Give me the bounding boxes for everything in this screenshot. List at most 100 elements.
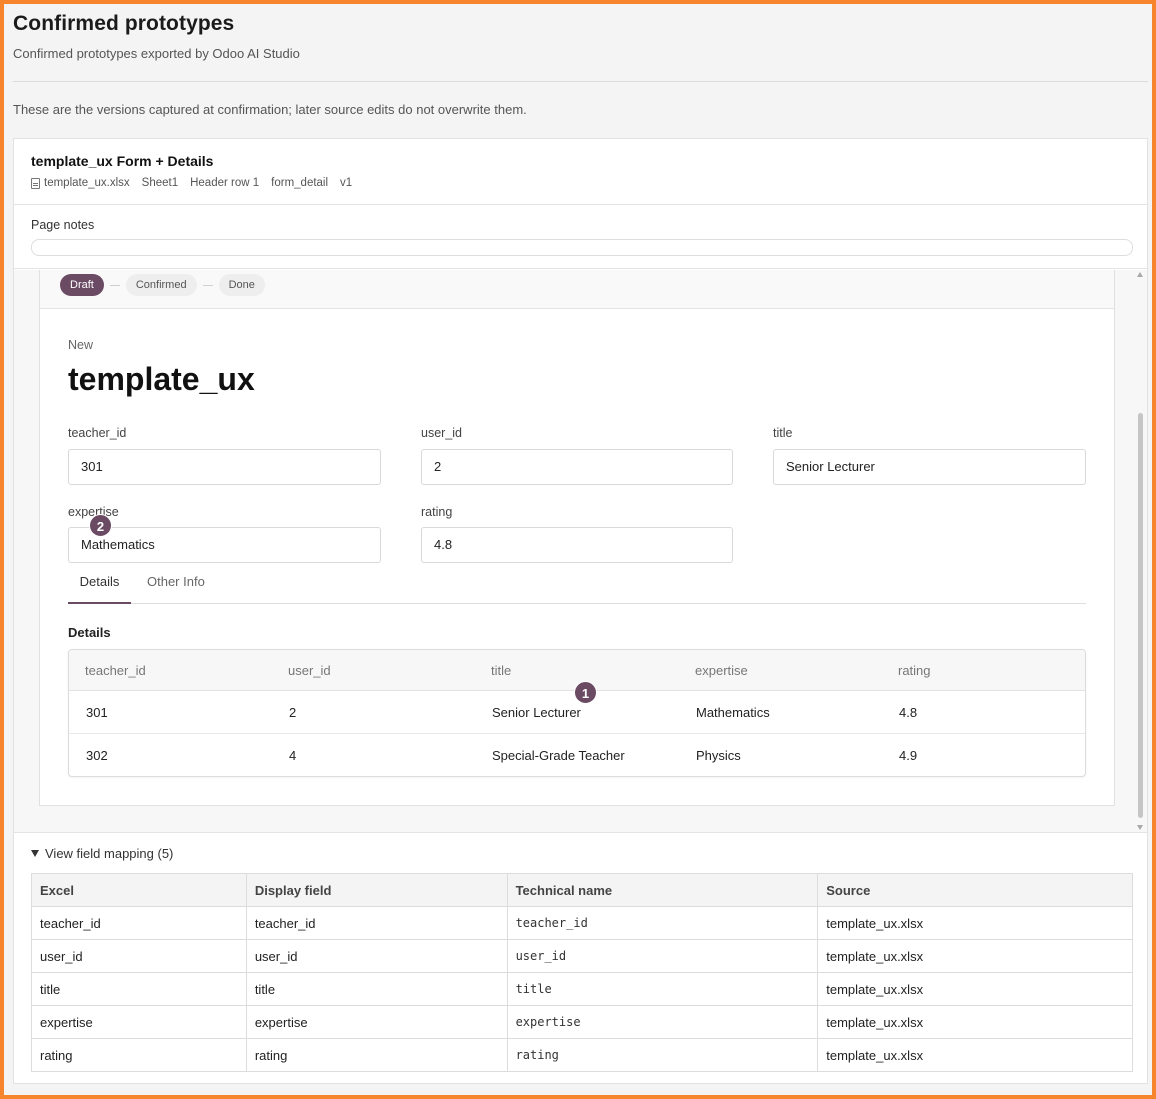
statusbar: Draft Confirmed Done	[40, 270, 1114, 309]
details-col-teacher-id[interactable]: teacher_id	[85, 650, 146, 690]
table-cell: expertise	[506, 1005, 819, 1039]
prototype-card: template_ux Form + Details template_ux.x…	[13, 138, 1148, 1084]
screenshot-frame: Confirmed prototypes Confirmed prototype…	[0, 0, 1156, 1099]
page-title: Confirmed prototypes	[13, 12, 235, 35]
table-cell: teacher_id	[245, 906, 508, 940]
title-label: title	[773, 426, 793, 440]
status-step-draft[interactable]: Draft	[60, 274, 104, 296]
table-cell: expertise	[245, 1005, 508, 1039]
form-preview-frame[interactable]: Draft Confirmed Done New template_ux tea…	[14, 270, 1147, 832]
table-cell: template_ux.xlsx	[817, 906, 1133, 940]
field-mapping-section: View field mapping (5) Excel Display fie…	[14, 832, 1147, 1084]
tab-other-info[interactable]: Other Info	[147, 564, 205, 604]
table-cell: user_id	[506, 939, 819, 973]
preview-scrollbar[interactable]	[1134, 270, 1147, 832]
annotation-badge-1: 1	[574, 681, 597, 704]
table-row: rating rating rating template_ux.xlsx	[31, 1038, 1133, 1072]
user-id-input[interactable]: 2	[421, 449, 733, 485]
meta-file: template_ux.xlsx	[31, 177, 130, 189]
field-mapping-toggle[interactable]: View field mapping (5)	[31, 846, 173, 861]
meta-file-name: template_ux.xlsx	[44, 177, 130, 189]
table-cell: 302	[86, 748, 108, 763]
table-cell: 4	[289, 748, 297, 763]
table-cell: template_ux.xlsx	[817, 939, 1133, 973]
scroll-thumb[interactable]	[1138, 413, 1143, 818]
meta-version: v1	[340, 177, 353, 189]
status-step-confirmed[interactable]: Confirmed	[125, 274, 197, 296]
table-cell: user_id	[31, 939, 247, 973]
table-row[interactable]: 302 4 Special-Grade Teacher Physics 4.9	[69, 734, 1085, 776]
meta-sheet: Sheet1	[141, 177, 179, 189]
details-col-title[interactable]: title	[491, 650, 511, 690]
table-cell: template_ux.xlsx	[817, 972, 1133, 1006]
details-col-user-id[interactable]: user_id	[288, 650, 331, 690]
rating-label: rating	[421, 505, 453, 519]
record-title: template_ux	[68, 361, 255, 397]
teacher-id-label: teacher_id	[68, 426, 127, 440]
table-cell: rating	[31, 1038, 247, 1072]
page-header: Confirmed prototypes Confirmed prototype…	[13, 12, 1148, 61]
details-col-expertise[interactable]: expertise	[695, 650, 748, 690]
table-cell: teacher_id	[506, 906, 819, 940]
table-cell: Mathematics	[696, 704, 770, 720]
mapping-col-display-field: Display field	[245, 873, 508, 907]
annotation-badge-2: 2	[89, 514, 112, 537]
page-notes-section: Page notes	[14, 205, 1147, 269]
table-cell: 4.9	[899, 748, 918, 763]
rating-input[interactable]: 4.8	[421, 527, 733, 563]
details-section-title: Details	[68, 625, 111, 640]
table-row: title title title template_ux.xlsx	[31, 972, 1133, 1006]
table-cell: rating	[506, 1038, 819, 1072]
expertise-input[interactable]: Mathematics	[68, 527, 381, 563]
meta-header-row: Header row 1	[190, 177, 260, 189]
table-cell: rating	[245, 1038, 508, 1072]
tab-details[interactable]: Details	[68, 564, 131, 604]
form-sheet: Draft Confirmed Done New template_ux tea…	[39, 270, 1115, 806]
mapping-col-source: Source	[817, 873, 1133, 907]
details-col-rating[interactable]: rating	[898, 650, 931, 690]
scroll-down-arrow-icon[interactable]	[1137, 825, 1143, 830]
notebook-tabs: Details Other Info	[68, 564, 1086, 604]
table-cell: Physics	[696, 748, 741, 763]
details-table: teacher_id user_id title expertise ratin…	[68, 649, 1086, 777]
triangle-down-icon	[31, 850, 39, 857]
file-icon	[31, 177, 40, 189]
table-cell: title	[506, 972, 819, 1006]
status-separator	[202, 284, 213, 286]
header-divider	[13, 81, 1148, 82]
status-step-done[interactable]: Done	[218, 274, 265, 296]
status-separator	[109, 284, 120, 286]
table-cell: 4.8	[899, 704, 918, 720]
status-steps: Draft Confirmed Done	[60, 274, 265, 296]
table-cell: title	[31, 972, 247, 1006]
page-note: These are the versions captured at confi…	[13, 102, 527, 117]
meta-view: form_detail	[271, 177, 329, 189]
mapping-col-excel: Excel	[31, 873, 247, 907]
user-id-label: user_id	[421, 426, 462, 440]
page-notes-input[interactable]	[31, 239, 1133, 256]
page-notes-label: Page notes	[31, 218, 95, 232]
scroll-up-arrow-icon[interactable]	[1137, 272, 1143, 277]
table-cell: template_ux.xlsx	[817, 1038, 1133, 1072]
page-subtitle: Confirmed prototypes exported by Odoo AI…	[13, 46, 300, 61]
table-cell: expertise	[31, 1005, 247, 1039]
table-cell: teacher_id	[31, 906, 247, 940]
field-mapping-table: Excel Display field Technical name Sourc…	[31, 873, 1133, 1072]
table-cell: 301	[86, 704, 108, 720]
prototype-meta: template_ux.xlsx Sheet1 Header row 1 for…	[31, 177, 352, 189]
mapping-col-technical-name: Technical name	[506, 873, 819, 907]
table-row: teacher_id teacher_id teacher_id templat…	[31, 906, 1133, 940]
table-row: expertise expertise expertise template_u…	[31, 1005, 1133, 1039]
table-row: user_id user_id user_id template_ux.xlsx	[31, 939, 1133, 973]
prototype-card-header: template_ux Form + Details template_ux.x…	[14, 139, 1147, 205]
prototype-title: template_ux Form + Details	[31, 153, 214, 169]
table-cell: Senior Lecturer	[492, 704, 581, 720]
mapping-header-row: Excel Display field Technical name Sourc…	[31, 873, 1133, 907]
field-mapping-toggle-label: View field mapping (5)	[45, 846, 174, 861]
teacher-id-input[interactable]: 301	[68, 449, 381, 485]
table-cell: 2	[289, 704, 297, 720]
table-cell: user_id	[245, 939, 508, 973]
title-input[interactable]: Senior Lecturer	[773, 449, 1086, 485]
record-state: New	[68, 338, 94, 352]
table-cell: Special-Grade Teacher	[492, 748, 625, 763]
